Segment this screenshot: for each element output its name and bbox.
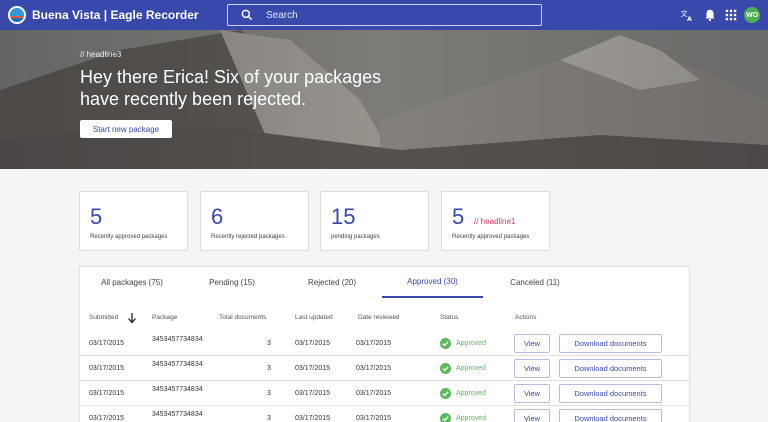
check-circle-icon (440, 363, 451, 374)
stat-value: 5 (90, 204, 103, 229)
cell-last-updated: 03/17/2015 (295, 415, 331, 422)
check-circle-icon (440, 338, 451, 349)
column-header-status: Status (440, 314, 459, 321)
tab-rejected[interactable]: Rejected (20) (282, 267, 382, 298)
top-app-bar: Buena Vista | Eagle Recorder 文 A WO (0, 0, 768, 30)
status-badge: Approved (440, 363, 486, 374)
app-title: Buena Vista | Eagle Recorder (32, 8, 199, 22)
cell-date-reviewed: 03/17/2015 (356, 415, 392, 422)
cell-total-documents: 3 (267, 390, 271, 397)
view-button[interactable]: View (514, 334, 550, 353)
column-header-submitted[interactable]: Submitted (89, 314, 118, 321)
column-header-actions: Actions (515, 314, 537, 321)
user-avatar[interactable]: WO (744, 7, 760, 23)
status-text: Approved (456, 415, 486, 422)
stat-label: Recently approved packages (452, 234, 530, 240)
search-input[interactable] (266, 7, 536, 23)
hero-headline-line1: Hey there Erica! Six of your packages (80, 67, 382, 87)
stat-card-approved-secondary[interactable]: 5 // headline1 Recently approved package… (441, 191, 550, 251)
column-header-last-updated: Last updated (295, 314, 333, 321)
table-row: 03/17/2015 3453457734834 3 03/17/2015 03… (80, 356, 691, 381)
stat-value: 15 (331, 204, 356, 229)
stat-label: pending packages (331, 234, 380, 240)
apps-grid-icon[interactable] (724, 8, 738, 22)
stat-label: Recently approved packages (90, 234, 168, 240)
cell-package: 3453457734834 (152, 361, 203, 368)
cell-submitted: 03/17/2015 (89, 340, 125, 347)
hero-kicker: // headline3 (80, 50, 122, 59)
column-header-total-documents: Total documents (219, 314, 267, 321)
status-text: Approved (456, 340, 486, 347)
cell-submitted: 03/17/2015 (89, 390, 125, 397)
cell-date-reviewed: 03/17/2015 (356, 340, 392, 347)
stat-value: 5 (452, 204, 465, 229)
column-header-package: Package (152, 314, 178, 321)
cell-total-documents: 3 (267, 365, 271, 372)
search-icon (241, 9, 253, 21)
tab-canceled[interactable]: Canceled (11) (485, 267, 585, 298)
cell-total-documents: 3 (267, 340, 271, 347)
search-bar[interactable] (227, 4, 542, 26)
status-badge: Approved (440, 338, 486, 349)
svg-text:A: A (687, 15, 692, 22)
buena-vista-logo[interactable] (8, 6, 26, 24)
stat-card-approved[interactable]: 5 Recently approved packages (79, 191, 188, 251)
table-row: 03/17/2015 3453457734834 3 03/17/2015 03… (80, 331, 691, 356)
cell-date-reviewed: 03/17/2015 (356, 365, 392, 372)
view-button[interactable]: View (514, 359, 550, 378)
download-documents-button[interactable]: Download documents (559, 334, 662, 353)
cell-submitted: 03/17/2015 (89, 365, 125, 372)
cell-last-updated: 03/17/2015 (295, 365, 331, 372)
stat-card-pending[interactable]: 15 pending packages (320, 191, 429, 251)
tab-pending[interactable]: Pending (15) (182, 267, 282, 298)
start-new-package-button[interactable]: Start new package (80, 120, 172, 138)
translate-icon[interactable]: 文 A (680, 8, 694, 22)
tab-all-packages[interactable]: All packages (75) (82, 267, 182, 298)
cell-last-updated: 03/17/2015 (295, 390, 331, 397)
status-badge: Approved (440, 413, 486, 422)
check-circle-icon (440, 413, 451, 422)
table-row: 03/17/2015 3453457734834 3 03/17/2015 03… (80, 406, 691, 422)
check-circle-icon (440, 388, 451, 399)
cell-date-reviewed: 03/17/2015 (356, 390, 392, 397)
column-header-date-reviewed: Date reviewed (358, 314, 400, 321)
cell-submitted: 03/17/2015 (89, 415, 125, 422)
stat-value: 6 (211, 204, 224, 229)
view-button[interactable]: View (514, 384, 550, 403)
tab-approved[interactable]: Approved (30) (382, 267, 483, 298)
hero-headline-line2: have recently been rejected. (80, 89, 307, 109)
bell-icon[interactable] (703, 8, 717, 22)
stat-tag: // headline1 (474, 217, 516, 226)
cell-package: 3453457734834 (152, 336, 203, 343)
cell-total-documents: 3 (267, 415, 271, 422)
stat-label: Recently rejected packages (211, 234, 285, 240)
status-badge: Approved (440, 388, 486, 399)
download-documents-button[interactable]: Download documents (559, 384, 662, 403)
cell-last-updated: 03/17/2015 (295, 340, 331, 347)
status-text: Approved (456, 390, 486, 397)
download-documents-button[interactable]: Download documents (559, 359, 662, 378)
download-documents-button[interactable]: Download documents (559, 409, 662, 422)
status-text: Approved (456, 365, 486, 372)
stat-card-rejected[interactable]: 6 Recently rejected packages (200, 191, 309, 251)
table-row: 03/17/2015 3453457734834 3 03/17/2015 03… (80, 381, 691, 406)
cell-package: 3453457734834 (152, 411, 203, 418)
cell-package: 3453457734834 (152, 386, 203, 393)
packages-panel: All packages (75) Pending (15) Rejected … (79, 266, 691, 422)
hero-banner: // headline3 Hey there Erica! Six of you… (0, 30, 768, 169)
arrow-down-icon[interactable] (127, 312, 137, 324)
view-button[interactable]: View (514, 409, 550, 422)
